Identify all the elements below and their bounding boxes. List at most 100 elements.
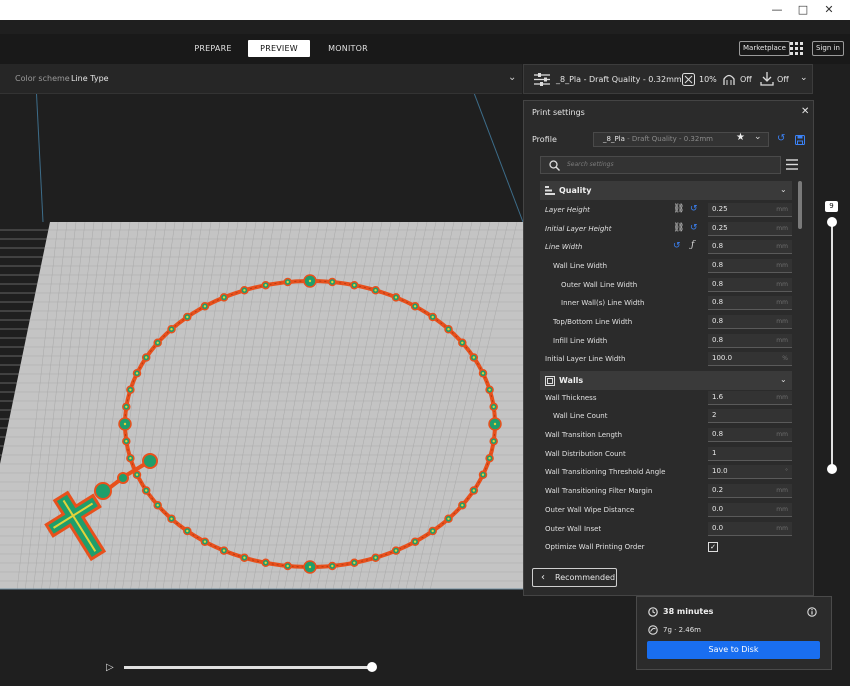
initial-layer-line-width-field[interactable]: 100.0% (708, 352, 792, 366)
bead-infill (353, 561, 356, 564)
reset-icon[interactable]: ↺ (690, 223, 698, 233)
bead-infill (431, 315, 434, 319)
field-value: 100.0 (712, 354, 733, 362)
bead-infill (243, 556, 246, 559)
maximize-icon[interactable]: □ (796, 3, 810, 17)
field-unit: mm (776, 431, 788, 438)
bead-infill (129, 457, 132, 460)
reset-icon[interactable]: ↺ (690, 204, 698, 214)
reset-profile-icon[interactable]: ↺ (777, 133, 785, 144)
bead-infill (308, 565, 312, 569)
bead-infill (472, 489, 475, 492)
wall-distribution-count-field[interactable]: 1 (708, 447, 792, 461)
bead-infill (493, 422, 497, 426)
field-value: 1 (712, 449, 717, 457)
star-icon[interactable]: ★ (736, 132, 745, 143)
chevron-down-icon[interactable]: ⌄ (754, 132, 762, 142)
marketplace-button[interactable]: Marketplace (739, 41, 790, 56)
field-unit: mm (776, 525, 788, 532)
recommended-button[interactable]: ‹ Recommended (532, 568, 617, 587)
chevron-down-icon: ⌄ (800, 73, 808, 83)
layer-slider-bottom-handle[interactable] (827, 464, 837, 474)
category-title: Walls (559, 376, 584, 385)
bead-infill (264, 561, 267, 564)
search-input[interactable]: Search settings (540, 156, 781, 174)
bead-infill (123, 422, 127, 426)
minimize-icon[interactable]: — (770, 3, 784, 17)
apps-grid-icon[interactable] (790, 42, 804, 56)
field-unit: mm (776, 318, 788, 325)
settings-scrollbar[interactable] (798, 181, 802, 229)
bead-infill (286, 564, 289, 568)
save-profile-icon[interactable] (795, 135, 805, 145)
field-value: 0.0 (712, 505, 724, 513)
field-unit: mm (776, 506, 788, 513)
setting-row: Wall Transitioning Filter Margin 0.2 mm (540, 483, 792, 501)
save-to-disk-button[interactable]: Save to Disk (647, 641, 820, 659)
field-unit: ° (785, 468, 788, 475)
layer-height-field[interactable]: 0.25 mm (708, 203, 792, 217)
field-value: 1.6 (712, 393, 724, 401)
stage-header: PREPARE PREVIEW MONITOR Marketplace Sign… (0, 34, 850, 64)
play-icon[interactable]: ▷ (106, 662, 114, 673)
path-slider-track[interactable] (124, 666, 372, 669)
bead-infill (374, 556, 377, 559)
wall-transition-length-field[interactable]: 0.8 mm (708, 428, 792, 442)
close-icon[interactable]: ✕ (801, 106, 809, 117)
layer-slider-track[interactable] (831, 222, 833, 468)
setting-label: Layer Height (545, 206, 590, 214)
link-icon[interactable]: ⛓ (673, 223, 684, 233)
sign-in-button[interactable]: Sign in (812, 41, 844, 56)
reset-icon[interactable]: ↺ (673, 241, 681, 251)
wall-line-width-field[interactable]: 0.8 mm (708, 259, 792, 273)
line-width-field[interactable]: 0.8 mm (708, 240, 792, 254)
setting-label: Infill Line Width (553, 337, 608, 345)
wall-threshold-angle-field[interactable]: 10.0 ° (708, 465, 792, 479)
tab-preview[interactable]: PREVIEW (248, 40, 310, 57)
category-walls[interactable]: Walls ⌄ (540, 371, 792, 390)
outer-wall-inset-field[interactable]: 0.0 mm (708, 522, 792, 536)
field-value: 0.8 (712, 298, 724, 306)
close-window-icon[interactable]: ✕ (822, 3, 836, 17)
field-value: 0.8 (712, 336, 724, 344)
wall-line-count-field[interactable]: 2 (708, 409, 792, 423)
setting-row: Outer Wall Inset 0.0 mm (540, 521, 792, 539)
link-icon[interactable]: ⛓ (673, 204, 684, 214)
field-value: 0.25 (712, 224, 728, 232)
wall-thickness-field[interactable]: 1.6 mm (708, 391, 792, 405)
outer-wall-line-width-field[interactable]: 0.8 mm (708, 278, 792, 292)
info-icon[interactable] (807, 607, 817, 617)
field-value: 0.8 (712, 317, 724, 325)
bead-infill (129, 388, 132, 391)
tab-monitor[interactable]: MONITOR (322, 40, 374, 57)
bead-infill (135, 372, 139, 375)
color-scheme-selector[interactable]: Color scheme Line Type ⌄ (0, 64, 522, 94)
category-quality[interactable]: Quality ⌄ (540, 181, 792, 200)
infill-line-width-field[interactable]: 0.8 mm (708, 334, 792, 348)
layer-slider-top-handle[interactable] (827, 217, 837, 227)
category-title: Quality (559, 186, 592, 195)
field-unit: mm (776, 262, 788, 269)
function-icon[interactable]: ƒ (691, 240, 694, 250)
print-setup-bar[interactable]: _8_Pla - Draft Quality - 0.32mm 10% Off … (523, 64, 813, 94)
tab-prepare[interactable]: PREPARE (188, 40, 238, 57)
field-unit: mm (776, 243, 788, 250)
menu-icon[interactable] (786, 159, 798, 170)
initial-layer-height-field[interactable]: 0.25 mm (708, 222, 792, 236)
top-bottom-line-width-field[interactable]: 0.8 mm (708, 315, 792, 329)
path-slider-handle[interactable] (367, 662, 377, 672)
print-time: 38 minutes (663, 607, 714, 616)
setting-row: Infill Line Width 0.8 mm (540, 333, 792, 351)
optimize-wall-order-checkbox[interactable]: ✓ (708, 542, 718, 552)
field-value: 0.8 (712, 280, 724, 288)
material-usage: 7g · 2.46m (663, 626, 701, 634)
inner-wall-line-width-field[interactable]: 0.8 mm (708, 296, 792, 310)
setting-row: Wall Line Count 2 (540, 408, 792, 426)
outer-wall-wipe-distance-field[interactable]: 0.0 mm (708, 503, 792, 517)
settings-list[interactable]: Quality ⌄ Layer Height ⛓ ↺ 0.25 mm Initia… (540, 181, 796, 561)
field-value: 2 (712, 411, 717, 419)
setting-row: Wall Line Width 0.8 mm (540, 258, 792, 276)
wall-filter-margin-field[interactable]: 0.2 mm (708, 484, 792, 498)
bead-infill (353, 284, 356, 287)
spool-icon (648, 625, 658, 635)
